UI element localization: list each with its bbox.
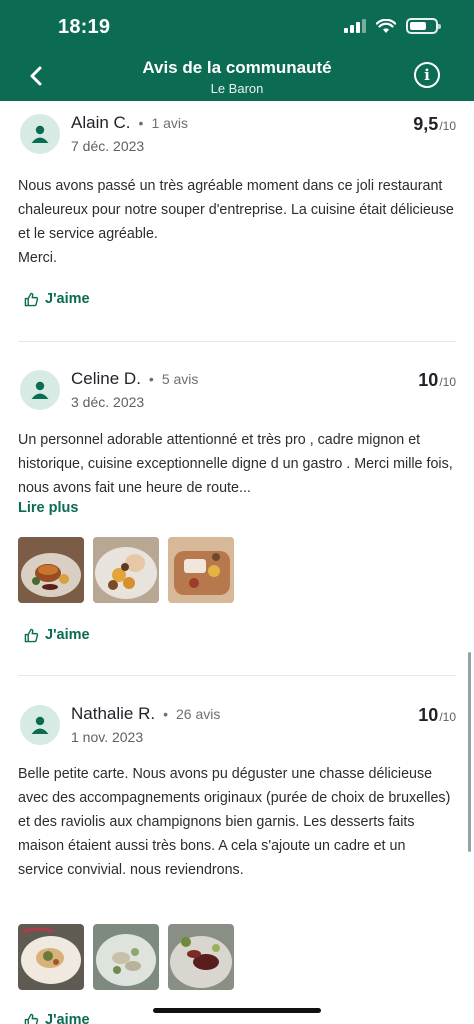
review-count: 26 avis	[176, 706, 221, 722]
like-button[interactable]: J'aime	[24, 627, 90, 643]
thumbs-up-icon	[24, 292, 39, 306]
review-card: Nathalie R. • 26 avis 1 nov. 2023 10/10 Be…	[0, 692, 474, 1024]
user-icon	[31, 716, 49, 734]
review-text: Un personnel adorable attentionné et trè…	[18, 432, 453, 496]
review-photo[interactable]	[168, 924, 234, 990]
review-card: Alain C. • 1 avis 7 déc. 2023 9,5/10 Nous …	[0, 101, 474, 341]
review-date: 7 déc. 2023	[71, 138, 145, 154]
battery-icon	[406, 18, 441, 34]
photo-strip	[18, 537, 234, 603]
page-title: Avis de la communauté	[142, 58, 332, 77]
avatar	[20, 705, 60, 745]
review-date: 1 nov. 2023	[71, 729, 144, 745]
user-icon	[31, 381, 49, 399]
divider	[18, 675, 456, 676]
info-button[interactable]: i	[414, 62, 440, 88]
reviewer-name: Nathalie R.	[71, 704, 156, 723]
scrollbar[interactable]	[468, 652, 471, 852]
reviewer-name-row: Alain C. • 1 avis	[71, 113, 189, 132]
user-icon	[31, 125, 49, 143]
reviewer-name-row: Nathalie R. • 26 avis	[71, 704, 221, 723]
review-photo[interactable]	[93, 537, 159, 603]
avatar	[20, 370, 60, 410]
home-indicator[interactable]	[153, 1008, 321, 1013]
divider	[18, 341, 456, 342]
review-count: 1 avis	[151, 115, 189, 131]
status-time: 18:19	[58, 16, 111, 38]
photo-strip	[18, 924, 234, 990]
info-icon: i	[424, 66, 430, 84]
review-text: Nous avons passé un très agréable moment…	[18, 178, 454, 266]
cellular-signal-icon	[344, 19, 366, 33]
review-photo[interactable]	[93, 924, 159, 990]
status-icons	[344, 18, 441, 34]
like-button[interactable]: J'aime	[24, 291, 90, 307]
review-score: 10/10	[418, 705, 456, 725]
status-bar: 18:19	[0, 0, 474, 52]
wifi-icon	[376, 18, 396, 33]
review-count: 5 avis	[161, 371, 199, 387]
thumbs-up-icon	[24, 1013, 39, 1024]
review-score: 10/10	[418, 370, 456, 390]
app-header: 18:19 Avis de la communauté Le Baron i	[0, 0, 474, 101]
review-score: 9,5/10	[413, 114, 456, 134]
review-date: 3 déc. 2023	[71, 394, 145, 410]
page-subtitle: Le Baron	[210, 81, 264, 96]
like-label: J'aime	[45, 291, 90, 307]
reviewer-name-row: Celine D. • 5 avis	[71, 369, 199, 388]
like-label: J'aime	[45, 627, 90, 643]
thumbs-up-icon	[24, 628, 39, 642]
review-photo[interactable]	[18, 924, 84, 990]
review-card: Celine D. • 5 avis 3 déc. 2023 10/10 Un pe…	[0, 357, 474, 675]
nav-bar: Avis de la communauté Le Baron i	[0, 52, 474, 101]
reviewer-name: Alain C.	[71, 113, 131, 132]
like-button[interactable]: J'aime	[24, 1012, 90, 1024]
reviewer-name: Celine D.	[71, 369, 141, 388]
review-photo[interactable]	[18, 537, 84, 603]
like-label: J'aime	[45, 1012, 90, 1024]
review-photo[interactable]	[168, 537, 234, 603]
read-more-link[interactable]: Lire plus	[18, 500, 78, 516]
review-text: Belle petite carte. Nous avons pu dégust…	[18, 766, 451, 878]
avatar	[20, 114, 60, 154]
